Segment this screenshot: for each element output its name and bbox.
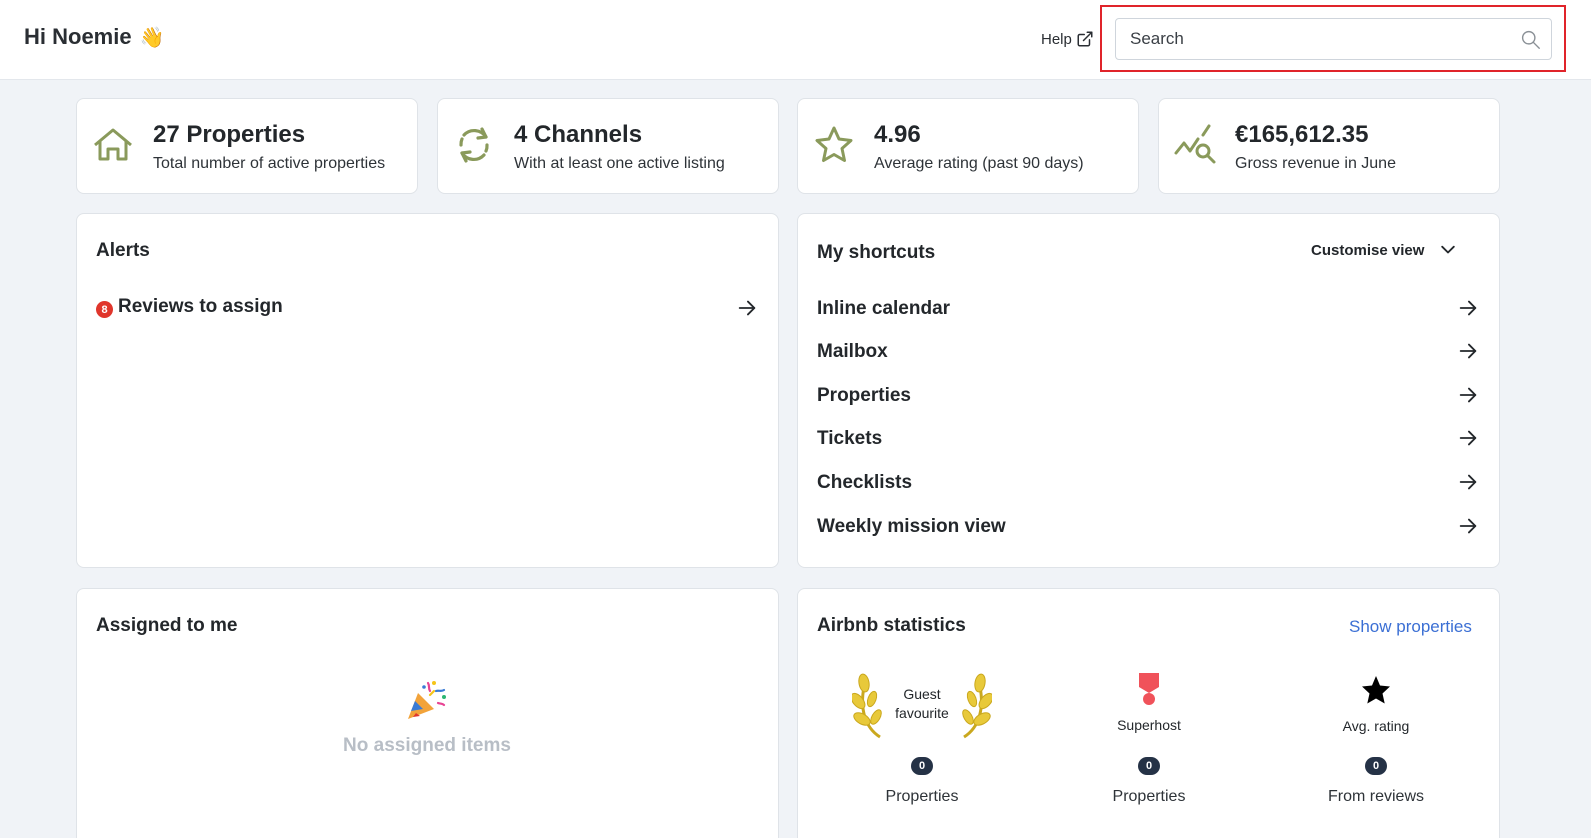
shortcut-label: Mailbox <box>817 341 888 362</box>
shortcuts-panel: My shortcuts Customise view Inline calen… <box>797 213 1500 568</box>
shortcut-weekly-mission-view[interactable]: Weekly mission view <box>817 513 1479 543</box>
guest-favourite-line2: favourite <box>895 705 949 721</box>
shortcut-label: Inline calendar <box>817 298 951 319</box>
stat-avg-rating: Avg. rating 0 From reviews <box>1266 589 1486 829</box>
shortcut-tickets[interactable]: Tickets <box>817 425 1479 455</box>
search-input[interactable] <box>1116 19 1551 59</box>
alerts-panel: Alerts 8 Reviews to assign <box>76 213 779 568</box>
stat-superhost: Superhost 0 Properties <box>1039 589 1259 829</box>
stat-card-channels[interactable]: 4 Channels With at least one active list… <box>437 98 779 194</box>
customise-view-dropdown[interactable]: Customise view <box>1311 240 1458 260</box>
shortcut-label: Tickets <box>817 428 883 449</box>
waving-hand-icon: 👋 <box>139 26 165 49</box>
party-popper-icon <box>408 681 446 719</box>
arrow-right-icon <box>1459 518 1477 534</box>
shortcuts-title: My shortcuts <box>817 242 936 263</box>
stat-value: €165,612.35 <box>1235 121 1369 148</box>
alert-item-reviews-to-assign[interactable]: 8 Reviews to assign <box>96 295 758 323</box>
star-icon <box>1362 676 1390 704</box>
top-header: Hi Noemie 👋 Help <box>0 0 1591 80</box>
stat-column-label: Properties <box>885 788 959 805</box>
avg-rating-label: Avg. rating <box>1342 718 1410 734</box>
alert-label: Reviews to assign <box>118 296 283 317</box>
customise-view-label: Customise view <box>1311 241 1425 259</box>
stat-value: 27 Properties <box>153 121 306 148</box>
help-link[interactable]: Help <box>1041 30 1094 48</box>
stat-value: 4 Channels <box>514 121 643 148</box>
empty-state-text: No assigned items <box>343 735 511 756</box>
guest-favourite-label: Guest favourite <box>812 685 1032 723</box>
stat-description: Total number of active properties <box>153 155 386 172</box>
assigned-title: Assigned to me <box>96 615 238 636</box>
stat-description: Average rating (past 90 days) <box>874 155 1084 172</box>
star-outline-icon <box>815 126 853 162</box>
shortcut-label: Properties <box>817 385 911 406</box>
arrow-right-icon <box>1459 300 1477 316</box>
shortcut-label: Checklists <box>817 472 913 493</box>
stat-card-revenue[interactable]: €165,612.35 Gross revenue in June <box>1158 98 1500 194</box>
arrow-right-icon <box>1459 387 1477 403</box>
stat-description: With at least one active listing <box>514 155 725 172</box>
greeting-text: Hi Noemie <box>24 24 132 49</box>
alerts-title: Alerts <box>96 240 150 261</box>
count-badge: 0 <box>1138 757 1160 775</box>
chevron-down-icon <box>1441 245 1456 254</box>
shortcut-mailbox[interactable]: Mailbox <box>817 338 1479 368</box>
stat-column-label: From reviews <box>1327 788 1424 805</box>
superhost-icon <box>1139 673 1159 705</box>
search-box[interactable] <box>1115 18 1552 60</box>
stat-description: Gross revenue in June <box>1235 155 1396 172</box>
home-icon <box>94 128 132 161</box>
external-link-icon <box>1077 31 1093 47</box>
shortcut-checklists[interactable]: Checklists <box>817 469 1479 499</box>
count-badge: 0 <box>1365 757 1387 775</box>
revenue-chart-icon <box>1174 124 1216 164</box>
stat-value: 4.96 <box>874 121 921 148</box>
arrow-right-icon <box>1459 430 1477 446</box>
help-label: Help <box>1041 30 1072 48</box>
arrow-right-icon <box>1459 474 1477 490</box>
stat-column-label: Properties <box>1112 788 1186 805</box>
airbnb-statistics-panel: Airbnb statistics Show properties Guest … <box>797 588 1500 838</box>
shortcut-inline-calendar[interactable]: Inline calendar <box>817 295 1479 325</box>
shortcut-label: Weekly mission view <box>817 516 1006 537</box>
superhost-label: Superhost <box>1117 717 1181 733</box>
stat-guest-favourite: Guest favourite 0 Properties <box>812 589 1032 829</box>
stat-card-properties[interactable]: 27 Properties Total number of active pro… <box>76 98 418 194</box>
arrow-right-icon <box>738 300 756 316</box>
sync-icon <box>459 127 489 163</box>
shortcut-properties[interactable]: Properties <box>817 382 1479 412</box>
search-icon[interactable] <box>1520 29 1541 50</box>
alert-count-badge: 8 <box>96 301 113 318</box>
assigned-panel: Assigned to me No assigned items <box>76 588 779 838</box>
guest-favourite-line1: Guest <box>903 686 941 702</box>
arrow-right-icon <box>1459 343 1477 359</box>
greeting: Hi Noemie 👋 <box>24 24 165 50</box>
count-badge: 0 <box>911 757 933 775</box>
stat-card-rating[interactable]: 4.96 Average rating (past 90 days) <box>797 98 1139 194</box>
